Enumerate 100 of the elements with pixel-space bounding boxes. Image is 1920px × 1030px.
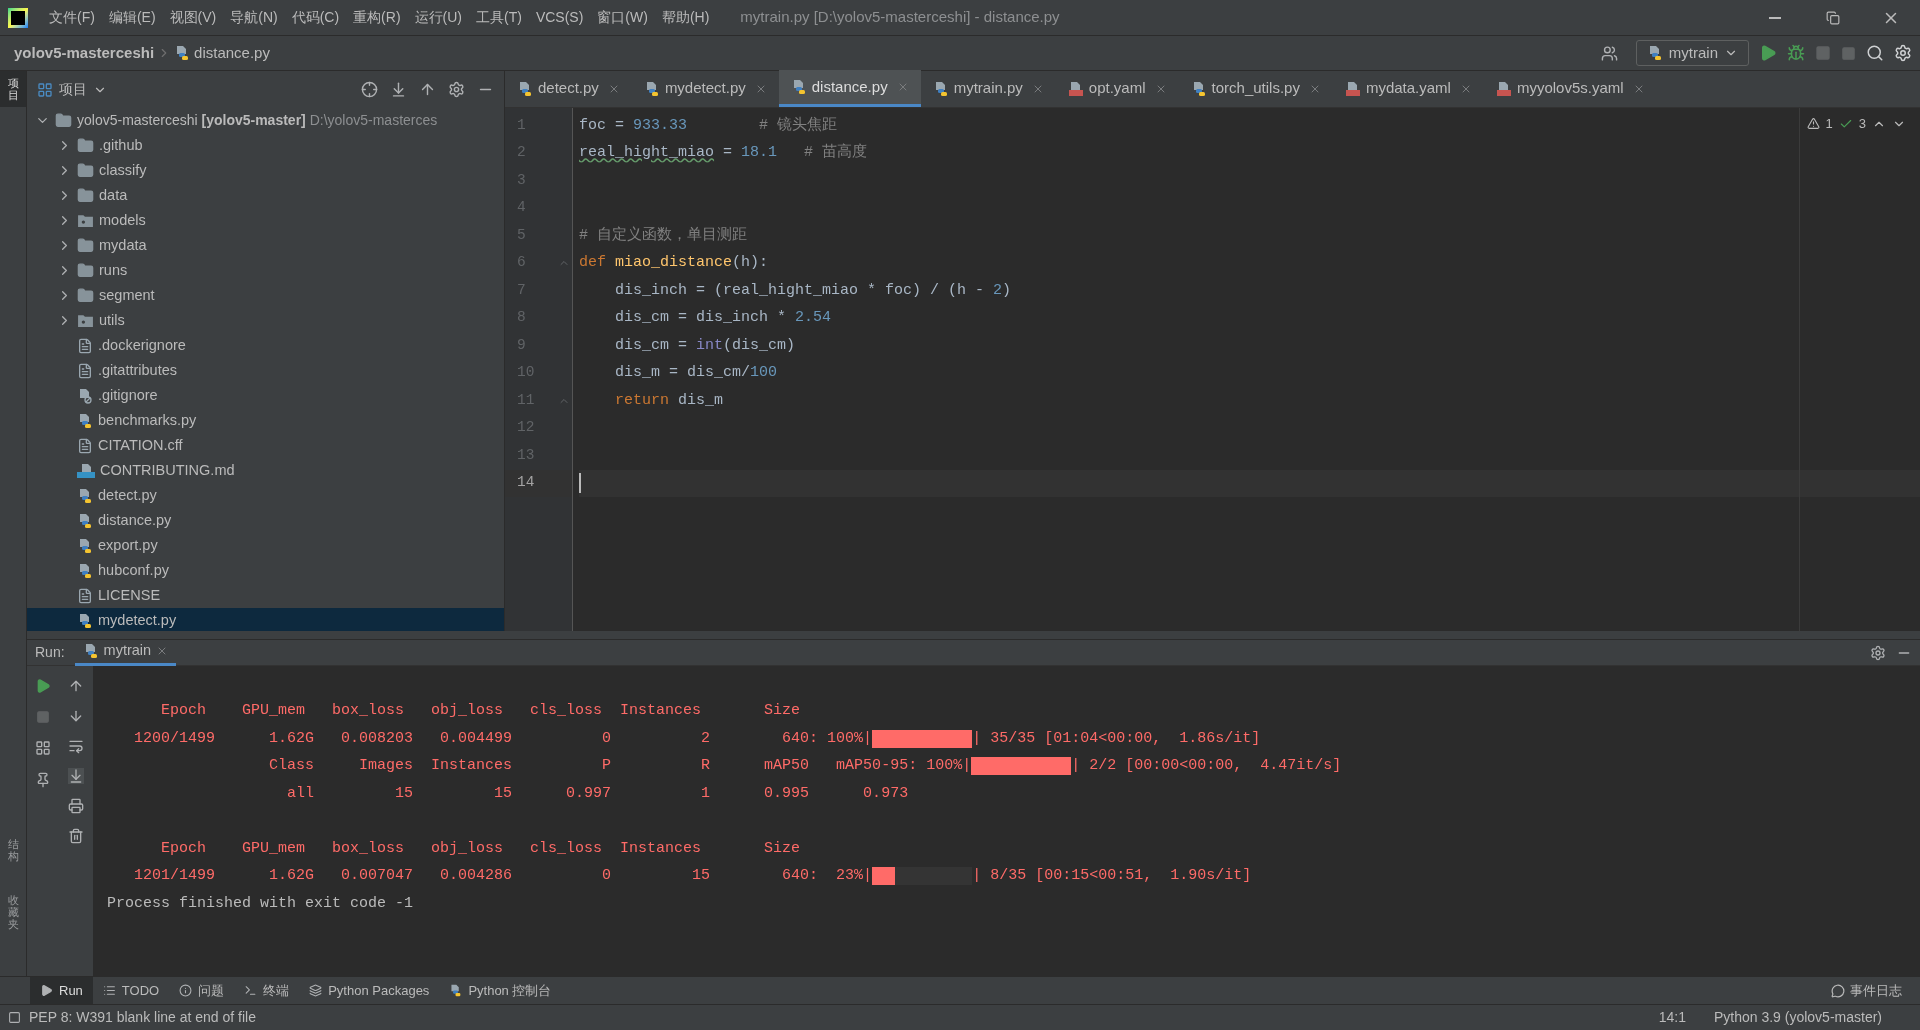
text-file-icon (77, 337, 93, 354)
tree-item[interactable]: .gitattributes (27, 358, 504, 383)
settings-icon[interactable] (1870, 644, 1886, 661)
tree-item[interactable]: CITATION.cff (27, 433, 504, 458)
menu-item[interactable]: 帮助(H) (654, 7, 717, 28)
interpreter-label[interactable]: Python 3.9 (yolov5-master) (1713, 1007, 1882, 1028)
tree-item[interactable]: data (27, 183, 504, 208)
warning-count[interactable]: 1 (1825, 114, 1833, 134)
tool-window-tab[interactable]: Python Packages (299, 976, 440, 1005)
run-config-dropdown[interactable]: mytrain (1635, 40, 1749, 66)
yaml-file-icon (1344, 80, 1361, 97)
tool-window-tab[interactable]: Python 控制台 (439, 976, 562, 1005)
python-file-icon (77, 562, 93, 579)
editor-tab[interactable]: torch_utils.py (1178, 70, 1333, 107)
menu-item[interactable]: 视图(V) (162, 7, 224, 28)
settings-icon[interactable] (1894, 44, 1912, 62)
python-file-icon (77, 412, 93, 429)
editor-tab[interactable]: mydata.yaml (1332, 70, 1484, 107)
tree-item[interactable]: .github (27, 133, 504, 158)
search-icon[interactable] (1866, 44, 1884, 62)
tree-item[interactable]: yolov5-masterceshi [yolov5-master] D:\yolov5-masterces (77, 110, 438, 131)
side-tool-tab[interactable]: 结构 (0, 831, 26, 868)
tool-windows-icon[interactable] (8, 1011, 21, 1024)
panel-title[interactable]: 项目 (59, 79, 87, 100)
menu-item[interactable]: 文件(F) (42, 7, 102, 28)
tree-item[interactable]: .dockerignore (27, 333, 504, 358)
tree-item[interactable]: benchmarks.py (27, 408, 504, 433)
rerun-icon[interactable] (35, 678, 51, 694)
python-file-icon (174, 45, 191, 61)
python-file-icon (449, 984, 463, 997)
console-text: Class Images Instances P R mAP50 mAP50-95: 100%| (268, 756, 972, 776)
menu-item[interactable]: 工具(T) (469, 7, 529, 28)
tree-item[interactable]: classify (27, 158, 504, 183)
console-text: 1200/1499 1.62G 0.008203 0.004499 0 2 640: 100%| (133, 728, 873, 749)
folder-icon (77, 137, 94, 154)
console-text: Epoch GPU_mem box_loss obj_loss cls_loss Instances Size (160, 838, 801, 859)
settings-icon[interactable] (448, 81, 465, 98)
print-icon[interactable] (68, 798, 84, 814)
ok-count[interactable]: 3 (1858, 114, 1866, 134)
editor-tab[interactable]: mytrain.py (920, 70, 1056, 107)
text-file-icon (77, 587, 93, 604)
layout-icon[interactable] (35, 740, 51, 756)
menu-item[interactable]: VCS(S) (528, 7, 591, 28)
tool-window-tab[interactable]: Run (30, 976, 93, 1005)
locate-icon[interactable] (361, 81, 378, 98)
restore-icon (1826, 10, 1840, 25)
users-icon[interactable] (1600, 44, 1618, 62)
breadcrumb-item[interactable]: yolov5-masterceshi (14, 41, 155, 65)
scroll-to-end-icon[interactable] (68, 768, 84, 784)
expand-all-icon[interactable] (390, 81, 407, 98)
tree-item[interactable]: mydetect.py (27, 608, 504, 631)
tool-window-tab[interactable]: 问题 (169, 976, 235, 1005)
code-line: real_hight_miao = 18.1 # 苗高度 (579, 142, 868, 163)
code-line: dis_inch = (real_hight_miao * foc) / (h - 2) (614, 280, 1012, 301)
tree-item[interactable]: LICENSE (27, 583, 504, 608)
menu-item[interactable]: 重构(R) (346, 7, 408, 28)
text-file-icon (77, 437, 93, 454)
collapse-all-icon[interactable] (419, 81, 436, 98)
side-tool-tab[interactable]: 项目 (0, 71, 26, 108)
code-line: # 自定义函数，单目测距 (579, 225, 747, 246)
code-line: return dis_m (614, 390, 724, 411)
menu-item[interactable]: 窗口(W) (590, 7, 655, 28)
pin-icon[interactable] (35, 772, 51, 788)
caret-position[interactable]: 14:1 (1658, 1007, 1686, 1028)
tool-window-tab[interactable]: TODO (92, 976, 170, 1005)
tree-item[interactable]: mydata (27, 233, 504, 258)
editor-tab[interactable]: opt.yaml (1055, 70, 1179, 107)
tree-item[interactable]: segment (27, 283, 504, 308)
menu-item[interactable]: 编辑(E) (101, 7, 163, 28)
folder-icon (77, 187, 94, 204)
tool-window-tab[interactable]: 终端 (234, 976, 300, 1005)
window-title: mytrain.py [D:\yolov5-masterceshi] - distance.py (740, 7, 1060, 28)
console-text: Epoch GPU_mem box_loss obj_loss cls_loss Instances Size (160, 701, 801, 721)
tree-item[interactable]: CONTRIBUTING.md (27, 458, 504, 483)
tree-item[interactable]: distance.py (27, 508, 504, 533)
breadcrumb-item[interactable]: distance.py (194, 41, 270, 65)
ignored-file-icon (77, 387, 93, 404)
wrap-icon[interactable] (68, 738, 84, 754)
editor-tab[interactable]: mydetect.py (631, 70, 779, 107)
editor-tab[interactable]: distance.py (778, 70, 921, 107)
tree-item[interactable]: export.py (27, 533, 504, 558)
run-icon[interactable] (1759, 44, 1777, 62)
tree-item[interactable]: models (27, 208, 504, 233)
menu-item[interactable]: 运行(U) (407, 7, 469, 28)
tree-item[interactable]: detect.py (27, 483, 504, 508)
trash-icon[interactable] (68, 828, 84, 844)
editor-tab[interactable]: detect.py (505, 70, 632, 107)
tree-item[interactable]: utils (27, 308, 504, 333)
warning-icon[interactable] (1806, 117, 1820, 131)
side-tool-tab[interactable]: 收藏夹 (0, 887, 26, 936)
menu-item[interactable]: 代码(C) (284, 7, 347, 28)
tree-item[interactable]: hubconf.py (27, 558, 504, 583)
tree-item[interactable]: .gitignore (27, 383, 504, 408)
tree-item[interactable]: runs (27, 258, 504, 283)
package-folder-icon (77, 212, 94, 229)
event-log-button[interactable]: 事件日志 (1831, 980, 1902, 1001)
folder-icon (77, 287, 94, 304)
debug-icon[interactable] (1787, 44, 1805, 62)
menu-item[interactable]: 导航(N) (223, 7, 285, 28)
editor-tab[interactable]: myyolov5s.yaml (1483, 70, 1657, 107)
